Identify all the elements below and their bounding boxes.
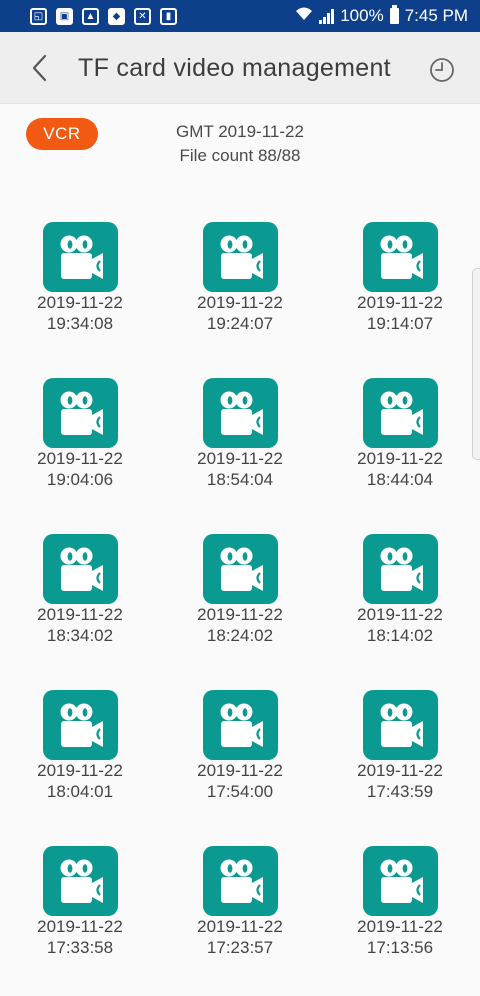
video-camera-icon — [42, 534, 118, 604]
history-clock-icon — [430, 58, 454, 82]
close-box-icon: ✕ — [134, 7, 151, 25]
video-camera-icon — [362, 690, 438, 760]
video-file-item[interactable]: 2019-11-22 17:43:59 — [330, 690, 470, 840]
shield-icon: ◆ — [108, 7, 125, 25]
video-file-item[interactable]: 2019-11-22 18:34:02 — [10, 534, 150, 684]
signal-icon — [319, 8, 335, 24]
video-camera-icon — [362, 534, 438, 604]
history-button[interactable] — [424, 52, 460, 88]
file-date: 2019-11-22 — [37, 293, 123, 312]
video-file-item[interactable]: 2019-11-22 19:04:06 — [10, 378, 150, 528]
video-camera-icon — [202, 534, 278, 604]
video-file-item[interactable]: 2019-11-22 18:44:04 — [330, 378, 470, 528]
battery-icon — [389, 5, 399, 24]
video-file-item[interactable]: 2019-11-22 18:04:01 — [10, 690, 150, 840]
file-time: 18:34:02 — [46, 626, 114, 645]
vcr-app-icon: ▣ — [56, 7, 73, 25]
gallery-icon: ◱ — [30, 7, 47, 25]
image-icon: ▲ — [82, 7, 99, 25]
video-camera-icon — [42, 690, 118, 760]
video-file-item[interactable]: 2019-11-22 17:33:58 — [10, 846, 150, 996]
notification-icons: ◱ ▣ ▲ ◆ ✕ ▮ — [30, 7, 177, 25]
file-time: 18:14:02 — [366, 626, 434, 645]
video-file-item[interactable]: 2019-11-22 17:13:56 — [330, 846, 470, 996]
video-file-item[interactable]: 2019-11-22 18:24:02 — [170, 534, 310, 684]
wifi-icon — [295, 6, 313, 27]
file-time: 17:33:58 — [46, 938, 114, 957]
file-time: 17:43:59 — [366, 782, 434, 801]
file-time: 18:54:04 — [206, 470, 274, 489]
video-camera-icon — [202, 378, 278, 448]
video-camera-icon — [42, 846, 118, 916]
video-file-item[interactable]: 2019-11-22 17:54:00 — [170, 690, 310, 840]
file-date: 2019-11-22 — [197, 605, 283, 624]
file-time: 17:23:57 — [206, 938, 274, 957]
file-time: 17:54:00 — [206, 782, 274, 801]
file-time: 18:24:02 — [206, 626, 274, 645]
file-date: 2019-11-22 — [37, 449, 123, 468]
file-date: 2019-11-22 — [197, 761, 283, 780]
file-date: 2019-11-22 — [357, 449, 443, 468]
file-time: 18:04:01 — [46, 782, 114, 801]
video-camera-icon — [362, 846, 438, 916]
page-title: TF card video management — [78, 54, 391, 82]
file-date: 2019-11-22 — [357, 917, 443, 936]
video-camera-icon — [362, 378, 438, 448]
battery-percent: 100% — [340, 6, 384, 25]
video-file-item[interactable]: 2019-11-22 19:24:07 — [170, 222, 310, 372]
file-time: 19:24:07 — [206, 314, 274, 333]
file-time: 19:14:07 — [366, 314, 434, 333]
file-date: 2019-11-22 — [37, 605, 123, 624]
vcr-button[interactable]: VCR — [26, 118, 98, 150]
back-button[interactable] — [22, 50, 58, 86]
file-date: 2019-11-22 — [197, 293, 283, 312]
gmt-date: GMT 2019-11-22 — [176, 122, 304, 141]
file-date: 2019-11-22 — [357, 761, 443, 780]
video-file-item[interactable]: 2019-11-22 19:14:07 — [330, 222, 470, 372]
status-bar: ◱ ▣ ▲ ◆ ✕ ▮ 100% 7:45 PM — [0, 0, 480, 32]
video-camera-icon — [202, 846, 278, 916]
app-bar: TF card video management — [0, 32, 480, 104]
file-summary: GMT 2019-11-22 File count 88/88 — [140, 120, 340, 168]
file-count: File count 88/88 — [179, 146, 301, 165]
video-file-item[interactable]: 2019-11-22 17:23:57 — [170, 846, 310, 996]
sd-card-icon: ▮ — [160, 7, 177, 25]
video-camera-icon — [362, 222, 438, 292]
clock: 7:45 PM — [404, 6, 468, 25]
scrollbar-thumb[interactable] — [472, 268, 480, 460]
file-date: 2019-11-22 — [197, 917, 283, 936]
video-file-item[interactable]: 2019-11-22 18:14:02 — [330, 534, 470, 684]
file-time: 18:44:04 — [366, 470, 434, 489]
file-date: 2019-11-22 — [357, 293, 443, 312]
video-camera-icon — [202, 690, 278, 760]
file-date: 2019-11-22 — [197, 449, 283, 468]
file-time: 17:13:56 — [366, 938, 434, 957]
file-date: 2019-11-22 — [37, 917, 123, 936]
file-time: 19:34:08 — [46, 314, 114, 333]
video-file-item[interactable]: 2019-11-22 19:34:08 — [10, 222, 150, 372]
file-time: 19:04:06 — [46, 470, 114, 489]
video-camera-icon — [42, 222, 118, 292]
file-date: 2019-11-22 — [37, 761, 123, 780]
file-date: 2019-11-22 — [357, 605, 443, 624]
video-file-item[interactable]: 2019-11-22 18:54:04 — [170, 378, 310, 528]
chevron-left-icon — [32, 54, 47, 82]
video-camera-icon — [42, 378, 118, 448]
video-camera-icon — [202, 222, 278, 292]
